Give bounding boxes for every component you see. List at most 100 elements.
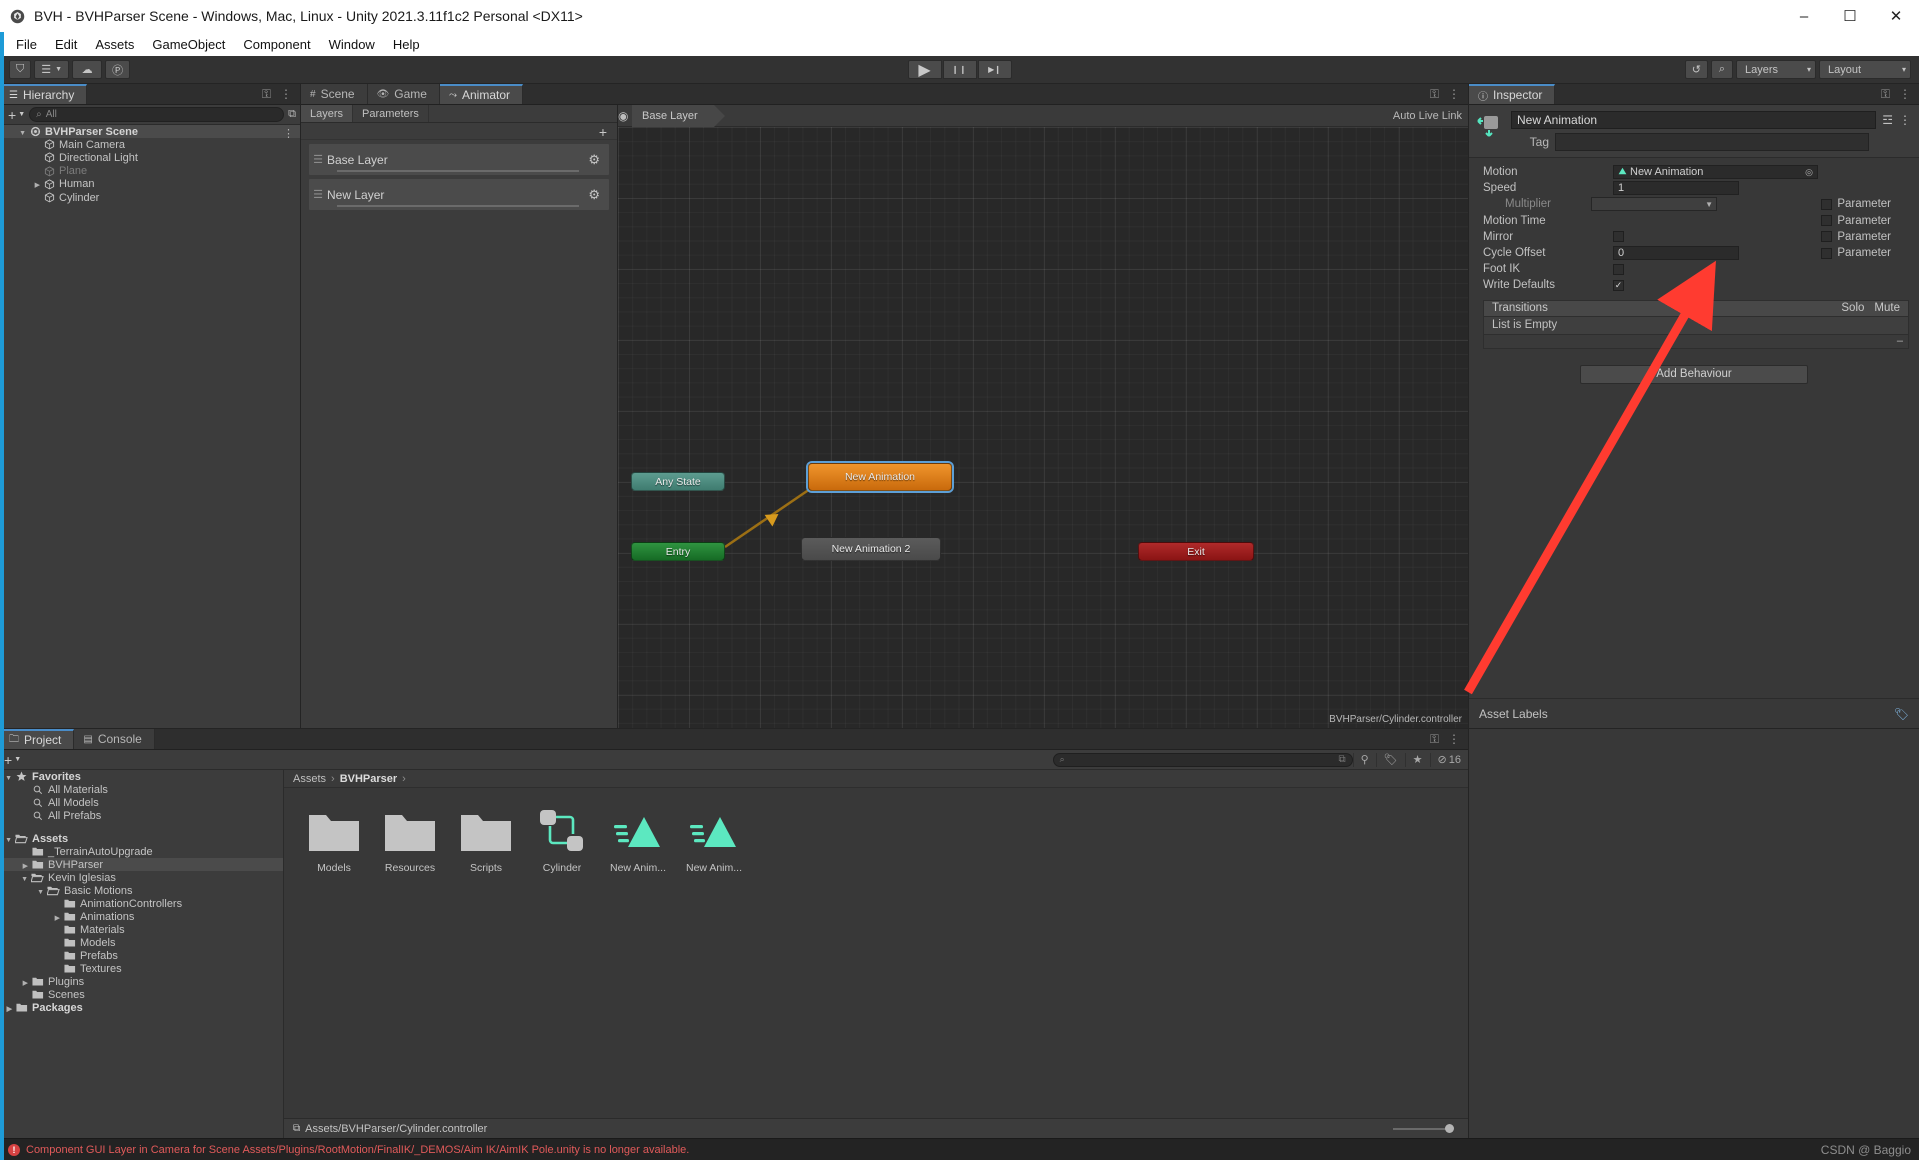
hierarchy-item-cylinder[interactable]: Cylinder [0, 191, 300, 204]
parameter-toggle-motion-time[interactable]: Parameter [1821, 215, 1919, 227]
hierarchy-search-input[interactable]: ⌕ All [29, 107, 284, 122]
search-icon[interactable]: ⌕ [1711, 60, 1733, 79]
property-checkbox-mirror[interactable] [1613, 231, 1624, 242]
tab-game[interactable]: 👁 Game [368, 84, 440, 104]
save-search-icon[interactable]: ⚲ [1353, 753, 1376, 767]
project-tree-item-all-materials[interactable]: All Materials [0, 783, 283, 796]
label-icon[interactable]: 🏷 [1894, 707, 1909, 721]
breadcrumb-assets[interactable]: Assets [293, 773, 326, 785]
parameter-checkbox[interactable] [1821, 215, 1832, 226]
tab-console[interactable]: ▤ Console [74, 729, 154, 749]
tree-twisty[interactable]: ▼ [0, 872, 30, 884]
assets-grid[interactable]: ModelsResourcesScriptsCylinderNew Anim..… [284, 788, 1468, 1118]
project-tree-item-basic-motions[interactable]: ▼Basic Motions [0, 884, 283, 897]
hierarchy-item-human[interactable]: ▶Human [0, 178, 300, 191]
hidden-assets-count[interactable]: ⊘ 16 [1430, 753, 1468, 767]
project-tree-item-all-prefabs[interactable]: All Prefabs [0, 809, 283, 822]
project-tree-item-models[interactable]: Models [0, 936, 283, 949]
property-checkbox-write-defaults[interactable]: ✓ [1613, 280, 1624, 291]
kebab-menu-icon[interactable]: ⋮ [1448, 732, 1460, 746]
asset-cell-0[interactable]: Models [296, 802, 372, 878]
asset-cell-4[interactable]: New Anim... [600, 802, 676, 878]
kebab-menu-icon[interactable]: ⋮ [1448, 87, 1460, 101]
parameter-toggle-multiplier[interactable]: Parameter [1821, 198, 1919, 210]
tab-animator[interactable]: ⤳ Animator [440, 84, 523, 104]
drag-handle-icon[interactable]: ☰ [309, 153, 327, 166]
asset-cell-3[interactable]: Cylinder [524, 802, 600, 878]
project-tree-item-textures[interactable]: Textures [0, 962, 283, 975]
node-any-state[interactable]: Any State [631, 472, 725, 491]
menu-assets[interactable]: Assets [87, 35, 142, 54]
add-layer-button[interactable]: + [599, 124, 607, 140]
project-tree-item-prefabs[interactable]: Prefabs [0, 949, 283, 962]
tab-hierarchy[interactable]: ☰ Hierarchy [0, 84, 87, 104]
project-tree-item-scenes[interactable]: Scenes [0, 988, 283, 1001]
layer-row-base[interactable]: ☰ Base Layer ⚙ [309, 144, 609, 175]
tree-twisty[interactable]: ▶ [6, 178, 42, 190]
kebab-menu-icon[interactable]: ⋮ [1899, 87, 1911, 101]
favorite-filter-icon[interactable]: ★ [1405, 753, 1430, 767]
subtab-layers[interactable]: Layers [301, 105, 353, 122]
project-tree-item-animationcontrollers[interactable]: AnimationControllers [0, 897, 283, 910]
animator-state-machine-canvas[interactable]: Any State Entry New Animation New Animat… [618, 127, 1468, 728]
asset-cell-1[interactable]: Resources [372, 802, 448, 878]
hierarchy-expand-icon[interactable]: ⧉ [288, 108, 296, 121]
lock-icon[interactable]: ⚿ [1430, 87, 1439, 102]
project-search-input[interactable]: ⌕ ⧉ [1053, 753, 1353, 767]
node-new-animation-2[interactable]: New Animation 2 [801, 537, 941, 561]
node-new-animation[interactable]: New Animation [808, 463, 952, 491]
gear-icon[interactable]: ⚙ [588, 187, 600, 203]
search-expand-icon[interactable]: ⧉ [1338, 754, 1345, 765]
property-field-motion[interactable]: New Animation◎ [1613, 165, 1818, 179]
tree-twisty[interactable]: ▶ [0, 911, 62, 923]
account-icon[interactable]: ⛉ [9, 60, 31, 79]
preset-settings-icon[interactable]: ☲ [1882, 113, 1893, 127]
maximize-button[interactable]: ☐ [1827, 0, 1873, 32]
property-field-cycle-offset[interactable]: 0 [1613, 246, 1739, 260]
project-tree-item-materials[interactable]: Materials [0, 923, 283, 936]
hierarchy-row-menu-icon[interactable]: ⋮ [283, 127, 294, 140]
layer-row-new[interactable]: ☰ New Layer ⚙ [309, 179, 609, 210]
parameter-checkbox[interactable] [1821, 199, 1832, 210]
gear-icon[interactable]: ⚙ [588, 152, 600, 168]
asset-type-filter-icon[interactable]: 🏷 [1376, 753, 1405, 767]
tree-twisty[interactable]: ▼ [6, 126, 28, 138]
hierarchy-add-button[interactable]: + ▼ [4, 107, 25, 123]
transitions-list[interactable]: List is Empty [1483, 317, 1909, 335]
property-checkbox-foot-ik[interactable] [1613, 264, 1624, 275]
layers-list-icon[interactable]: ☰▼ [34, 60, 69, 79]
hierarchy-item-main-camera[interactable]: Main Camera [0, 138, 300, 151]
remove-transition-button[interactable]: – [1897, 335, 1903, 347]
project-tree-item-animations[interactable]: ▶Animations [0, 910, 283, 923]
layout-dropdown[interactable]: Layout ▾ [1819, 60, 1911, 79]
menu-window[interactable]: Window [321, 35, 383, 54]
zoom-slider-knob[interactable] [1445, 1124, 1454, 1133]
collab-icon[interactable]: Ⓟ [105, 60, 130, 79]
tree-twisty[interactable]: ▶ [0, 976, 30, 988]
lock-icon[interactable]: ⚿ [1430, 732, 1439, 747]
step-button[interactable]: ▶❙ [978, 60, 1012, 79]
thumbnail-zoom-slider[interactable] [1393, 1124, 1454, 1133]
project-tree-item-all-models[interactable]: All Models [0, 796, 283, 809]
parameter-toggle-mirror[interactable]: Parameter [1821, 231, 1919, 243]
menu-gameobject[interactable]: GameObject [144, 35, 233, 54]
lock-icon[interactable]: ⚿ [1881, 87, 1890, 102]
breadcrumb-bvhparser[interactable]: BVHParser [340, 773, 397, 785]
project-tree-item-packages[interactable]: ▶Packages [0, 1001, 283, 1014]
state-name-input[interactable]: New Animation [1511, 111, 1876, 129]
parameter-checkbox[interactable] [1821, 248, 1832, 259]
asset-cell-2[interactable]: Scripts [448, 802, 524, 878]
pause-button[interactable]: ❙❙ [943, 60, 977, 79]
asset-cell-5[interactable]: New Anim... [676, 802, 752, 878]
minimize-button[interactable]: – [1781, 0, 1827, 32]
hierarchy-item-plane[interactable]: Plane [0, 165, 300, 178]
subtab-parameters[interactable]: Parameters [353, 105, 429, 122]
layers-dropdown[interactable]: Layers ▾ [1736, 60, 1816, 79]
project-tree-item--terrainautoupgrade[interactable]: _TerrainAutoUpgrade [0, 845, 283, 858]
play-button[interactable]: ▶ [908, 60, 942, 79]
cloud-icon[interactable]: ☁ [72, 60, 102, 79]
menu-edit[interactable]: Edit [47, 35, 85, 54]
property-field-multiplier[interactable]: ▼ [1591, 197, 1717, 211]
status-bar[interactable]: ! Component GUI Layer in Camera for Scen… [0, 1138, 1919, 1160]
lock-icon[interactable]: ⚿ [262, 87, 271, 102]
